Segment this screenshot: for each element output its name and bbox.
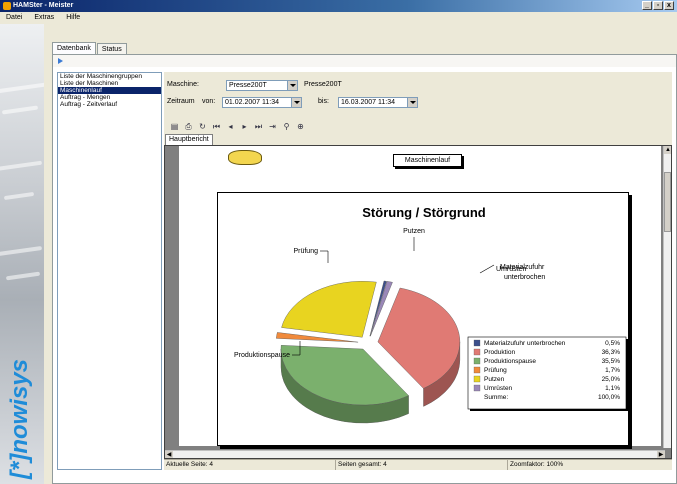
play-icon[interactable] (58, 58, 63, 64)
prev-page-icon[interactable]: ◂ (226, 122, 235, 131)
label-materialzufuhr-2: unterbrochen (504, 274, 545, 281)
menu-extras[interactable]: Extras (28, 12, 60, 24)
refresh-icon[interactable]: ↻ (198, 122, 207, 131)
report-list: Liste der Maschinengruppen Liste der Mas… (57, 72, 162, 470)
title-bar: HAMSter - Meister _ ▫ x (0, 0, 677, 12)
legend-value: 25,0% (602, 376, 621, 383)
to-date-value: 16.03.2007 11:34 (341, 99, 395, 106)
report-viewer: Maschinenlauf Störung / Störgrund Putzen P… (164, 145, 672, 459)
scroll-right-icon[interactable]: ▶ (657, 451, 665, 458)
tab-status[interactable]: Status (96, 43, 127, 54)
menu-bar: Datei Extras Hilfe (0, 12, 677, 24)
status-bar: Aktuelle Seite: 4 Seiten gesamt: 4 Zoomf… (164, 459, 672, 470)
close-button[interactable]: x (664, 1, 674, 10)
pie-slice (281, 281, 377, 338)
chevron-down-icon[interactable] (291, 98, 301, 107)
machine-select-value: Presse200T (229, 82, 267, 89)
report-logo (228, 150, 262, 165)
label-pruefung: Prüfung (293, 248, 318, 255)
maximize-button[interactable]: ▫ (653, 1, 663, 10)
legend-swatch (473, 366, 481, 374)
find-icon[interactable]: ⚲ (282, 122, 291, 131)
legend-swatch (473, 384, 481, 392)
nowisys-logo: [*]nowisys (6, 358, 33, 479)
legend-label: Produktion (484, 349, 515, 356)
tab-datenbank[interactable]: Datenbank (52, 42, 96, 54)
brand-panel: [*]nowisys (0, 24, 44, 484)
chart-frame: Störung / Störgrund Putzen Prüfung Produkti… (217, 192, 629, 446)
legend-label: Produktionspause (484, 358, 536, 365)
machine-display: Presse200T (304, 81, 342, 88)
legend-swatch (473, 375, 481, 383)
legend-label: Materialzufuhr unterbrochen (484, 340, 566, 347)
pie-chart: Störung / Störgrund Putzen Prüfung Produkti… (234, 205, 628, 424)
vertical-scrollbar[interactable]: ▲ (663, 146, 671, 448)
zoom-icon[interactable]: ⊕ (296, 122, 305, 131)
main-tabs: Datenbank Status (52, 42, 128, 54)
first-page-icon[interactable]: ⏮ (212, 122, 221, 131)
list-item[interactable]: Auftrag - Zeitverlauf (58, 101, 161, 108)
status-zoom: Zoomfaktor: 100% (510, 461, 564, 468)
print-icon[interactable]: ⎙ (184, 122, 193, 131)
legend-value: 0,5% (605, 340, 620, 347)
export-icon[interactable]: ▤ (170, 122, 179, 131)
scroll-thumb[interactable] (664, 172, 671, 232)
leader-line (479, 264, 495, 274)
label-putzen: Putzen (403, 228, 425, 235)
tab-hauptbericht[interactable]: Hauptbericht (165, 134, 213, 145)
legend-swatch (473, 348, 481, 356)
from-label: von: (202, 98, 216, 105)
scroll-up-icon[interactable]: ▲ (664, 146, 671, 154)
legend-total-label: Summe: (484, 394, 508, 401)
status-current-page: Aktuelle Seite: 4 (164, 460, 336, 470)
range-label: Zeitraum (167, 98, 195, 105)
label-produktionspause: Produktionspause (234, 352, 290, 359)
report-header: Maschinenlauf (393, 154, 462, 167)
machine-label: Maschine: (167, 81, 199, 88)
viewer-toolbar: ▤ ⎙ ↻ ⏮ ◂ ▸ ⏭ ⇥ ⚲ ⊕ (164, 120, 305, 132)
legend-label: Prüfung (484, 367, 507, 374)
from-date-value: 01.02.2007 11:34 (225, 99, 279, 106)
chevron-down-icon[interactable] (287, 81, 297, 90)
report-page: Maschinenlauf Störung / Störgrund Putzen P… (179, 146, 661, 446)
chevron-down-icon[interactable] (407, 98, 417, 107)
legend-value: 35,5% (602, 358, 621, 365)
report-pane: Maschine: Presse200T Presse200T Zeitraum… (164, 72, 672, 470)
list-item[interactable]: Liste der Maschinen (58, 80, 161, 87)
status-total-pages: Seiten gesamt: 4 (336, 460, 508, 470)
nav-toolbar (53, 55, 676, 67)
label-materialzufuhr: Materialzufuhr (500, 264, 545, 271)
horizontal-scrollbar[interactable]: ◀ ▶ (165, 450, 665, 458)
goto-page-icon[interactable]: ⇥ (268, 122, 277, 131)
list-item[interactable]: Liste der Maschinengruppen (58, 73, 161, 80)
list-item[interactable]: Auftrag - Mengen (58, 94, 161, 101)
legend-swatch (473, 357, 481, 365)
last-page-icon[interactable]: ⏭ (254, 122, 263, 131)
legend-value: 1,1% (605, 385, 620, 392)
menu-datei[interactable]: Datei (0, 12, 28, 24)
legend-value: 36,3% (602, 349, 621, 356)
legend-total-value: 100,0% (598, 394, 620, 401)
machine-select[interactable]: Presse200T (226, 80, 298, 91)
legend-swatch (473, 339, 481, 347)
next-page-icon[interactable]: ▸ (240, 122, 249, 131)
to-date-picker[interactable]: 16.03.2007 11:34 (338, 97, 418, 108)
legend-label: Umrüsten (484, 385, 513, 392)
legend-label: Putzen (484, 376, 505, 383)
from-date-picker[interactable]: 01.02.2007 11:34 (222, 97, 302, 108)
window-title: HAMSter - Meister (13, 2, 74, 9)
scroll-left-icon[interactable]: ◀ (165, 451, 173, 458)
list-item[interactable]: Maschinenlauf (58, 87, 161, 94)
app-icon (3, 2, 11, 10)
legend-value: 1,7% (605, 367, 620, 374)
menu-hilfe[interactable]: Hilfe (60, 12, 86, 24)
minimize-button[interactable]: _ (642, 1, 652, 10)
chart-title: Störung / Störgrund (362, 205, 486, 220)
to-label: bis: (318, 98, 329, 105)
